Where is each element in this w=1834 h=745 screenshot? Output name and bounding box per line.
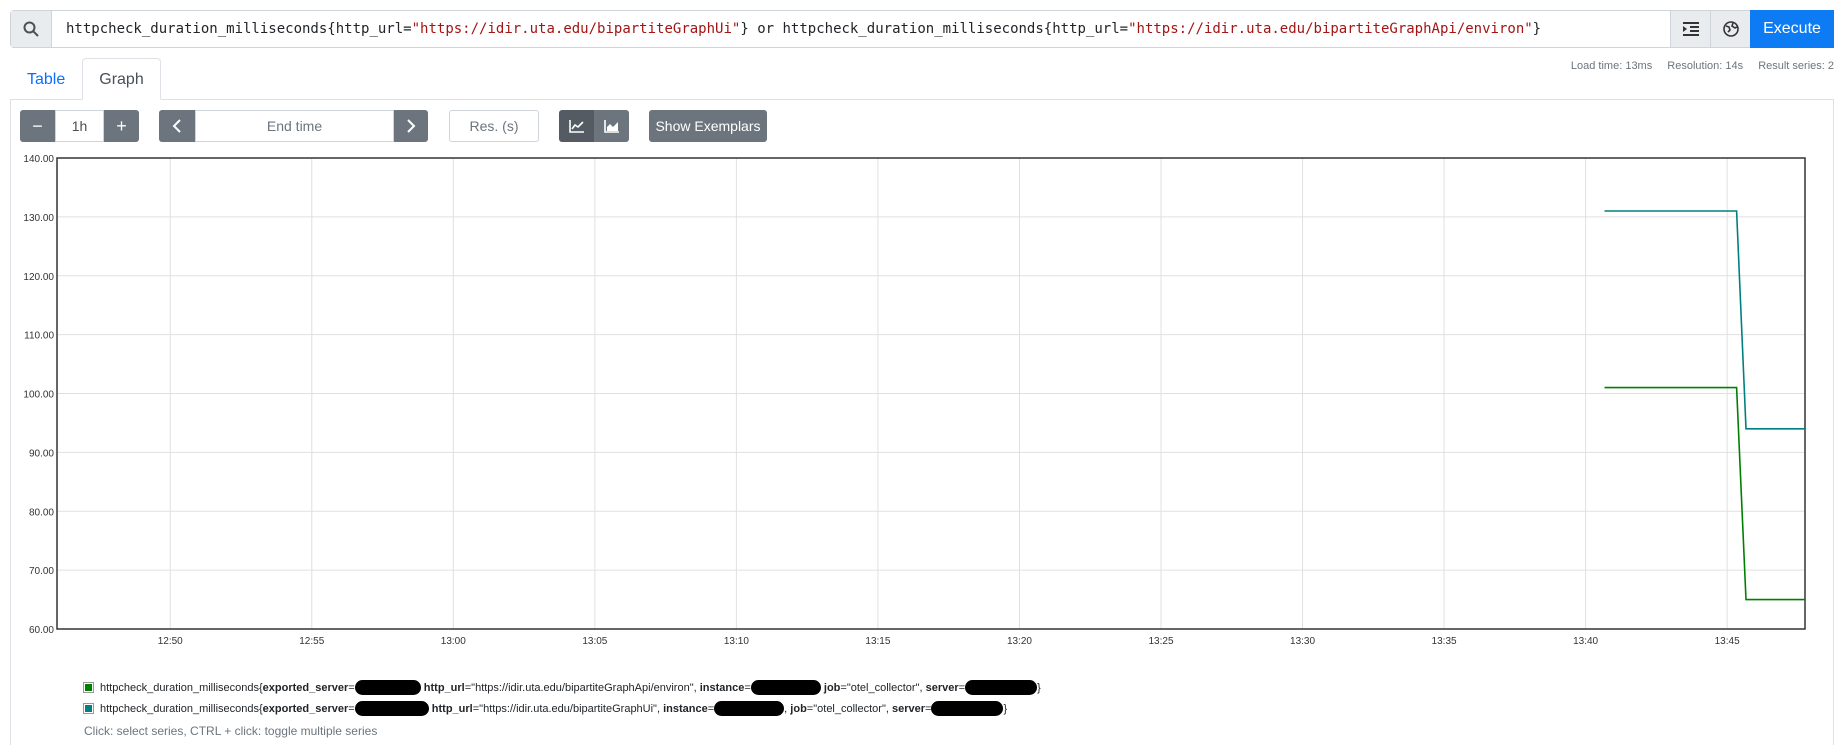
y-tick-label: 140.00 [23, 154, 54, 165]
redacted-value [354, 701, 429, 716]
query-token: = [1119, 21, 1129, 37]
label-value: "otel_collector" [846, 681, 920, 694]
legend-hint: Click: select series, CTRL + click: togg… [84, 724, 378, 738]
query-token: { [1043, 21, 1053, 37]
end-time-input[interactable]: End time [195, 110, 394, 142]
query-bar: httpcheck_duration_milliseconds{http_url… [10, 10, 1834, 48]
execute-button[interactable]: Execute [1750, 10, 1834, 48]
label-key: instance [663, 702, 708, 715]
redacted-value [354, 680, 421, 695]
label-key: http_url [423, 681, 465, 694]
series-legend: httpcheck_duration_milliseconds{exported… [83, 677, 1041, 719]
result-series: Result series: 2 [1758, 60, 1834, 72]
series-line-1 [1604, 386, 1805, 601]
query-token: { [327, 21, 336, 37]
redacted-value [714, 701, 785, 716]
redacted-value [750, 680, 821, 695]
x-tick-label: 12:50 [158, 636, 183, 647]
x-tick-label: 13:10 [724, 636, 749, 647]
search-icon [11, 11, 52, 47]
area-chart-icon[interactable] [594, 110, 629, 142]
time-series-chart[interactable]: 60.00 70.00 80.00 90.00 100.00 110.00 120.00 13… [0, 150, 1834, 650]
x-tick-label: 13:25 [1148, 636, 1173, 647]
x-tick-label: 13:00 [441, 636, 466, 647]
x-tick-label: 13:35 [1432, 636, 1457, 647]
decrease-range-button[interactable]: − [20, 110, 55, 142]
query-token: "https://idir.uta.edu/bipartiteGraphApi/… [1128, 21, 1533, 37]
equals: = [348, 702, 355, 715]
legend-item[interactable]: httpcheck_duration_milliseconds{exported… [83, 698, 1041, 719]
legend-metric: httpcheck_duration_milliseconds [100, 702, 259, 715]
x-tick-label: 12:55 [299, 636, 324, 647]
query-token: httpcheck_duration_milliseconds [774, 21, 1044, 37]
label-key: job [790, 702, 807, 715]
exemplars-control: Show Exemplars [649, 110, 767, 142]
label-key: exported_server [262, 702, 349, 715]
x-tick-label: 13:30 [1290, 636, 1315, 647]
label-value: "otel_collector" [813, 702, 886, 715]
y-tick-label: 70.00 [29, 566, 54, 577]
resolution-control: Res. (s) [449, 110, 539, 142]
brace: } [1003, 702, 1008, 715]
x-tick-label: 13:45 [1715, 636, 1740, 647]
series-color-swatch [83, 682, 94, 693]
brace: } [1037, 681, 1041, 694]
chevron-left-icon[interactable] [159, 110, 195, 142]
query-token: http_url [335, 21, 404, 37]
query-token: or [757, 21, 775, 37]
y-tick-label: 90.00 [29, 448, 54, 459]
resolution: Resolution: 14s [1667, 60, 1744, 72]
legend-item[interactable]: httpcheck_duration_milliseconds{exported… [83, 677, 1041, 698]
x-tick-label: 13:20 [1007, 636, 1032, 647]
label-key: job [823, 681, 841, 694]
label-key: server [891, 702, 926, 715]
redacted-value [965, 680, 1038, 695]
query-token: http_url [1052, 21, 1120, 37]
view-tabs: Table Graph [10, 58, 161, 100]
x-tick-label: 13:15 [865, 636, 890, 647]
label-value: "https://idir.uta.edu/bipartiteGraphUi" [479, 702, 657, 715]
query-token: "https://idir.uta.edu/bipartiteGraphUi" [411, 21, 741, 37]
legend-metric: httpcheck_duration_milliseconds [100, 681, 259, 694]
load-time: Load time: 13ms [1570, 60, 1653, 72]
label-key: exported_server [262, 681, 349, 694]
range-input[interactable]: 1h [55, 110, 104, 142]
y-tick-label: 130.00 [23, 213, 54, 224]
query-stats: Load time: 13ms Resolution: 14s Result s… [1559, 60, 1834, 72]
y-tick-label: 60.00 [29, 625, 54, 636]
y-tick-label: 110.00 [24, 331, 54, 342]
label-key: http_url [431, 702, 473, 715]
end-time-control: End time [159, 110, 428, 142]
query-token: httpcheck_duration_milliseconds [66, 21, 328, 37]
query-token: } [1532, 21, 1542, 37]
equals: = [348, 681, 355, 694]
resolution-input[interactable]: Res. (s) [449, 110, 539, 142]
show-exemplars-button[interactable]: Show Exemplars [649, 110, 767, 142]
y-tick-label: 120.00 [23, 272, 54, 283]
series-color-swatch [83, 703, 94, 714]
line-chart-icon[interactable] [559, 110, 594, 142]
query-expression-input[interactable]: httpcheck_duration_milliseconds{http_url… [52, 11, 1670, 47]
x-tick-label: 13:40 [1573, 636, 1598, 647]
x-tick-label: 13:05 [582, 636, 607, 647]
redacted-value [931, 701, 1004, 716]
y-tick-label: 100.00 [23, 390, 54, 401]
range-control: − 1h + [20, 110, 139, 142]
tab-table[interactable]: Table [10, 58, 82, 100]
globe-icon[interactable] [1710, 11, 1750, 47]
y-tick-label: 80.00 [29, 507, 54, 518]
series-line-2 [1604, 210, 1805, 430]
tab-graph[interactable]: Graph [82, 58, 161, 100]
label-value: "https://idir.uta.edu/bipartiteGraphApi/… [471, 681, 694, 694]
label-key: instance [699, 681, 745, 694]
chart-type-toggle [559, 110, 629, 142]
increase-range-button[interactable]: + [104, 110, 139, 142]
query-token: = [403, 21, 412, 37]
query-token: } [740, 21, 758, 37]
chevron-right-icon[interactable] [394, 110, 428, 142]
label-key: server [925, 681, 959, 694]
format-indent-icon[interactable] [1670, 11, 1710, 47]
